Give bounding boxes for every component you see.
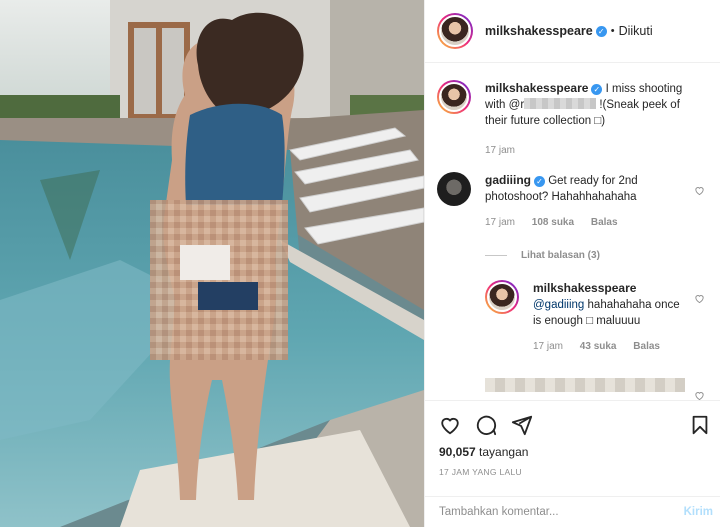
caption-username[interactable]: milkshakesspeare	[485, 81, 588, 95]
like-heart-icon[interactable]	[694, 390, 705, 400]
caption: milkshakesspeare ✓ I miss shooting with @…	[437, 80, 685, 159]
bookmark-icon[interactable]	[689, 414, 711, 436]
reply-avatar[interactable]	[485, 280, 519, 314]
post-header: milkshakesspeare ✓ • Diikuti	[425, 0, 720, 63]
commenter-avatar[interactable]	[437, 172, 471, 206]
comments-list[interactable]: milkshakesspeare ✓ I miss shooting with @…	[425, 64, 720, 400]
author-username[interactable]: milkshakesspeare	[485, 24, 593, 38]
author-avatar[interactable]	[437, 13, 473, 49]
photo-scene	[0, 0, 424, 527]
redacted-comment	[485, 378, 685, 392]
verified-icon: ✓	[591, 84, 603, 95]
view-replies-label: Lihat balasan (3)	[521, 250, 600, 261]
follow-status-button[interactable]: Diikuti	[619, 24, 653, 38]
heart-icon[interactable]	[439, 414, 461, 436]
reply-mention[interactable]: @gadiiing	[533, 299, 584, 311]
like-reply-heart-icon[interactable]	[694, 293, 705, 304]
comment-username[interactable]: gadiiing	[485, 173, 531, 187]
verified-icon: ✓	[534, 176, 545, 187]
add-comment-bar: Kirim	[425, 496, 720, 527]
replies-divider	[485, 255, 507, 256]
reply-age[interactable]: 17 jam	[533, 341, 563, 352]
caption-age[interactable]: 17 jam	[485, 145, 515, 156]
post-photo[interactable]	[0, 0, 424, 527]
share-icon[interactable]	[511, 414, 533, 436]
comment-icon[interactable]	[475, 414, 497, 436]
reply-reply-button[interactable]: Balas	[633, 341, 660, 352]
post-comment-button[interactable]: Kirim	[684, 506, 713, 518]
caption-avatar[interactable]	[437, 80, 471, 114]
comment-likes[interactable]: 108 suka	[532, 217, 574, 228]
view-replies-button[interactable]: Lihat balasan (3)	[485, 250, 600, 261]
post-timestamp[interactable]: 17 JAM YANG LALU	[439, 467, 522, 477]
reply-button[interactable]: Balas	[591, 217, 618, 228]
comment-item: gadiiing ✓ Get ready for 2nd photoshoot? …	[437, 172, 685, 231]
view-count[interactable]: 90,057 tayangan	[439, 445, 528, 459]
post-side-panel: milkshakesspeare ✓ • Diikuti milkshakess…	[424, 0, 720, 527]
view-count-number: 90,057	[439, 445, 476, 459]
post-actions: 90,057 tayangan 17 JAM YANG LALU	[425, 400, 720, 496]
verified-icon: ✓	[595, 25, 607, 37]
redacted-mention	[524, 98, 597, 109]
reply-username[interactable]: milkshakesspeare	[533, 281, 636, 295]
reply-item: milkshakesspeare @gadiiing hahahahaha on…	[485, 280, 683, 355]
add-comment-input[interactable]	[425, 506, 684, 518]
like-comment-heart-icon[interactable]	[694, 185, 705, 196]
view-count-label: tayangan	[479, 445, 529, 459]
reply-likes[interactable]: 43 suka	[580, 341, 617, 352]
comment-age[interactable]: 17 jam	[485, 217, 515, 228]
separator-dot: •	[610, 25, 615, 37]
